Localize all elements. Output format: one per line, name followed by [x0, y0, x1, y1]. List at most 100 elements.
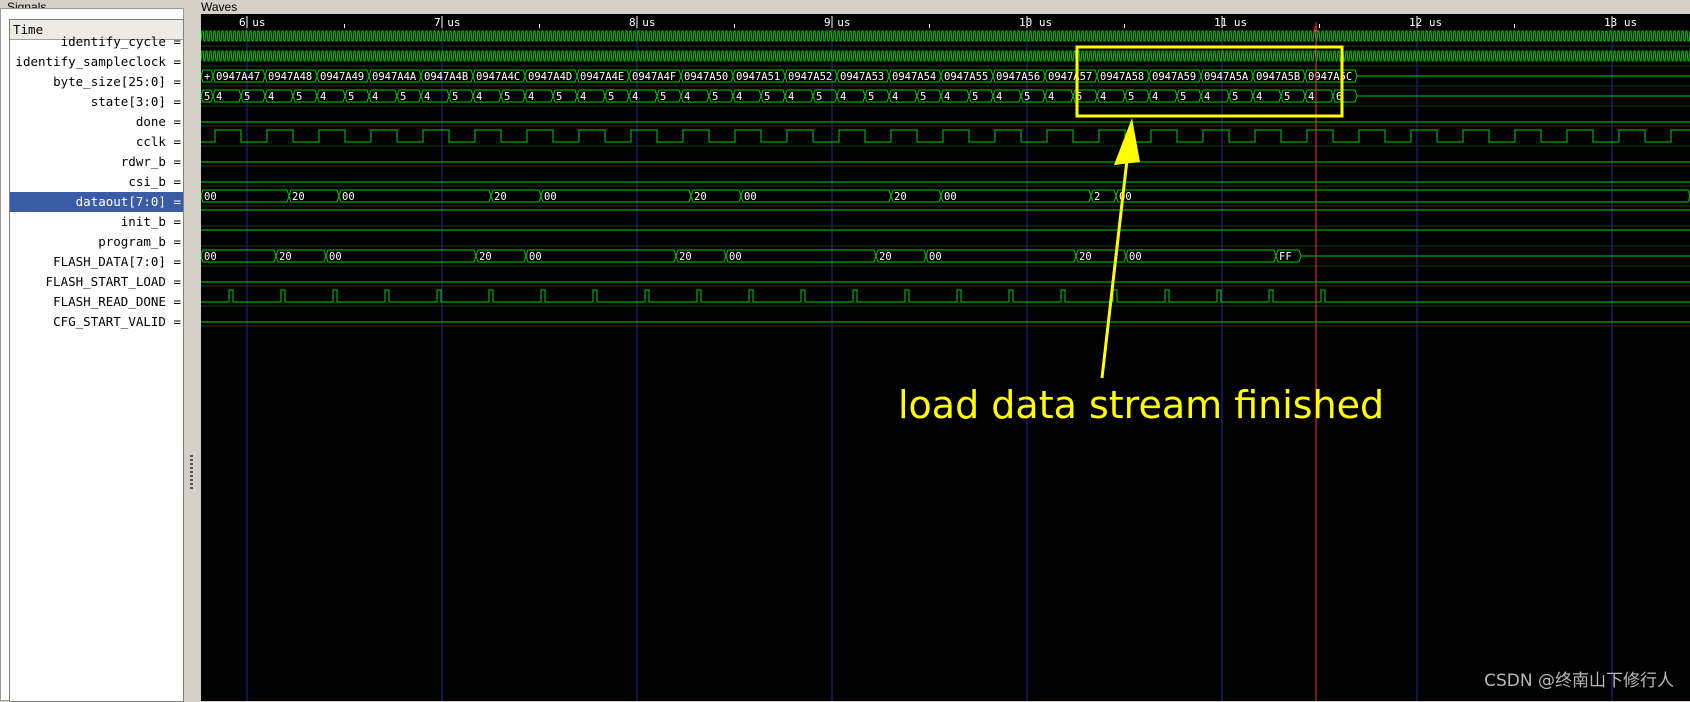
bus-segment — [525, 249, 677, 263]
time-label: 13 us — [1604, 16, 1637, 29]
waveform-canvas[interactable]: 6 us 7 us 8 us 9 us 10 us 11 us 12 us 13 us + 094… — [201, 14, 1690, 701]
bus-value: 5 — [556, 91, 562, 103]
bus-value: 2 — [1094, 191, 1100, 203]
time-label: 11 us — [1214, 16, 1247, 29]
time-label: 10 us — [1019, 16, 1052, 29]
bus-value: 0947A57 — [1048, 71, 1092, 83]
bus-value: 20 — [894, 191, 907, 203]
bus-value: 4 — [1048, 91, 1054, 103]
bus-value: 4 — [788, 91, 794, 103]
bus-value: 00 — [744, 191, 757, 203]
bus-value: 5 — [204, 91, 210, 103]
panel-splitter[interactable] — [186, 8, 200, 701]
flash-read-done-wave — [201, 289, 1690, 303]
bus-value: 00 — [944, 191, 957, 203]
bus-value: 5 — [608, 91, 614, 103]
bus-segment — [925, 249, 1077, 263]
bus-value: 5 — [1180, 91, 1186, 103]
bus-value: 5 — [348, 91, 354, 103]
bus-value: 4 — [736, 91, 742, 103]
time-ruler[interactable] — [201, 14, 1690, 29]
time-label: 7 us — [434, 16, 461, 29]
bus-value: 4 — [320, 91, 326, 103]
bus-value: 00 — [1129, 251, 1142, 263]
bus-value: 0947A4E — [580, 71, 624, 83]
bus-value: 5 — [920, 91, 926, 103]
bus-value: 00 — [342, 191, 355, 203]
watermark: CSDN @终南山下修行人 — [1484, 671, 1674, 691]
bus-value: 20 — [479, 251, 492, 263]
signal-name[interactable]: identify_sampleclock = — [10, 52, 183, 72]
signal-name[interactable]: CFG_START_VALID = — [10, 312, 183, 332]
bus-value: 5 — [452, 91, 458, 103]
waves-panel[interactable]: 6 us 7 us 8 us 9 us 10 us 11 us 12 us 13 us +094… — [201, 14, 1690, 701]
bus-value: 0947A58 — [1100, 71, 1144, 83]
bus-value: 0947A52 — [788, 71, 832, 83]
bus-value: 20 — [879, 251, 892, 263]
signal-name[interactable]: rdwr_b = — [10, 152, 183, 172]
waves-panel-title: Waves — [201, 0, 238, 14]
signal-name[interactable]: program_b = — [10, 232, 183, 252]
bus-value: 0947A5B — [1256, 71, 1300, 83]
bus-segment — [1125, 249, 1277, 263]
bus-value: 4 — [684, 91, 690, 103]
bus-value: 20 — [279, 251, 292, 263]
signal-name[interactable]: byte_size[25:0] = — [10, 72, 183, 92]
bus-value: 0947A59 — [1152, 71, 1196, 83]
time-label: 6 us — [239, 16, 266, 29]
bus-value: 00 — [204, 251, 217, 263]
bus-value: 0947A47 — [216, 71, 260, 83]
bus-value: 4 — [944, 91, 950, 103]
bus-value: 0947A4D — [528, 71, 572, 83]
bus-value: 4 — [1256, 91, 1262, 103]
signal-name[interactable]: identify_cycle = — [10, 32, 183, 52]
bus-value: 4 — [1204, 91, 1210, 103]
fast-clock-wave — [201, 50, 1690, 62]
splitter-grip-icon[interactable] — [190, 455, 193, 491]
bus-value: 20 — [292, 191, 305, 203]
signal-name[interactable]: FLASH_DATA[7:0] = — [10, 252, 183, 272]
bus-segment — [325, 249, 477, 263]
bus-value: FF — [1279, 251, 1292, 263]
signal-name[interactable]: csi_b = — [10, 172, 183, 192]
signal-name[interactable]: init_b = — [10, 212, 183, 232]
bus-value: 5 — [868, 91, 874, 103]
bus-value: 20 — [694, 191, 707, 203]
bus-value: 00 — [544, 191, 557, 203]
bus-value: 0947A55 — [944, 71, 988, 83]
bus-value: 5 — [400, 91, 406, 103]
bus-value: 20 — [494, 191, 507, 203]
bus-value: 0947A49 — [320, 71, 364, 83]
signal-name[interactable]: state[3:0] = — [10, 92, 183, 112]
bus-value: 5 — [712, 91, 718, 103]
bus-value: 20 — [679, 251, 692, 263]
bus-segment — [540, 189, 692, 203]
bus-value: 4 — [268, 91, 274, 103]
signal-name[interactable]: FLASH_START_LOAD = — [10, 272, 183, 292]
bus-value: 0947A5A — [1204, 71, 1249, 83]
bus-value: 5 — [660, 91, 666, 103]
bus-value: 0947A53 — [840, 71, 884, 83]
bus-value: 0947A4B — [424, 71, 468, 83]
signals-panel: Time identify_cycle = identify_samplecloc… — [0, 8, 184, 702]
bus-segment — [940, 189, 1092, 203]
signal-name[interactable]: FLASH_READ_DONE = — [10, 292, 183, 312]
bus-value: 4 — [476, 91, 482, 103]
time-label: 8 us — [629, 16, 656, 29]
signal-name[interactable]: dataout[7:0] = — [10, 192, 183, 212]
time-label: 12 us — [1409, 16, 1442, 29]
bus-value: 0947A54 — [892, 71, 936, 83]
signal-name[interactable]: cclk = — [10, 132, 183, 152]
bus-value: 5 — [1232, 91, 1238, 103]
bus-value: 5 — [972, 91, 978, 103]
bus-value: 00 — [329, 251, 342, 263]
bus-value: 5 — [816, 91, 822, 103]
bus-value: 20 — [1079, 251, 1092, 263]
bus-value: 0947A48 — [268, 71, 312, 83]
bus-value: 4 — [632, 91, 638, 103]
cursor-marker: A — [1313, 25, 1318, 34]
bus-value: 5 — [504, 91, 510, 103]
bus-value: 4 — [372, 91, 378, 103]
signal-name[interactable]: done = — [10, 112, 183, 132]
bus-value: 0947A50 — [684, 71, 728, 83]
